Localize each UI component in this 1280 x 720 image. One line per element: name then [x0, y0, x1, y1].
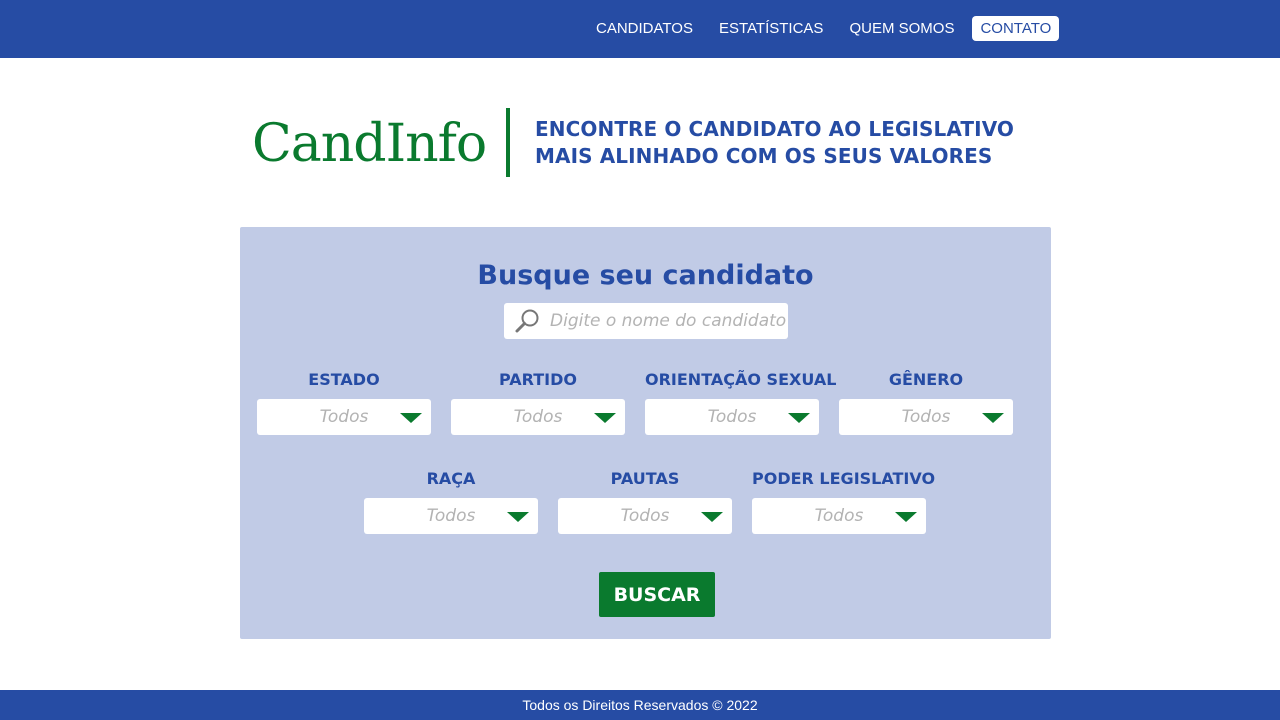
poder-legislativo-select[interactable]: Todos: [752, 498, 926, 534]
estado-select[interactable]: Todos: [257, 399, 431, 435]
footer-copyright: Todos os Direitos Reservados © 2022: [522, 697, 758, 713]
main-nav: CANDIDATOS ESTATÍSTICAS QUEM SOMOS CONTA…: [583, 16, 1060, 41]
search-panel: Busque seu candidato ESTADO Todos PARTID…: [240, 227, 1051, 639]
chevron-down-icon: [895, 512, 917, 522]
filter-label: ORIENTAÇÃO SEXUAL: [645, 370, 837, 389]
filter-genero: GÊNERO Todos: [839, 370, 1013, 435]
filter-orientacao-sexual: ORIENTAÇÃO SEXUAL Todos: [645, 370, 837, 435]
filter-label: RAÇA: [426, 469, 476, 488]
brand-logo[interactable]: CandInfo: [252, 112, 487, 176]
top-navbar: CANDIDATOS ESTATÍSTICAS QUEM SOMOS CONTA…: [0, 0, 1280, 58]
filter-label: ESTADO: [308, 370, 380, 389]
filter-label: GÊNERO: [888, 370, 964, 389]
filter-partido: PARTIDO Todos: [451, 370, 625, 435]
search-box[interactable]: [504, 303, 788, 339]
search-panel-title: Busque seu candidato: [477, 260, 814, 291]
chevron-down-icon: [400, 413, 422, 423]
filter-label: PARTIDO: [499, 370, 577, 389]
footer: Todos os Direitos Reservados © 2022: [0, 690, 1280, 720]
chevron-down-icon: [982, 413, 1004, 423]
buscar-button[interactable]: BUSCAR: [599, 572, 715, 617]
chevron-down-icon: [788, 413, 810, 423]
nav-estatisticas[interactable]: ESTATÍSTICAS: [706, 16, 836, 41]
orientacao-sexual-select[interactable]: Todos: [645, 399, 819, 435]
filter-label: PODER LEGISLATIVO: [752, 469, 936, 488]
filter-pautas: PAUTAS Todos: [558, 469, 732, 534]
search-input[interactable]: [550, 311, 788, 331]
partido-select[interactable]: Todos: [451, 399, 625, 435]
brand-tagline: ENCONTRE O CANDIDATO AO LEGISLATIVO MAIS…: [535, 116, 1014, 170]
filter-poder-legislativo: PODER LEGISLATIVO Todos: [752, 469, 936, 534]
filter-raca: RAÇA Todos: [364, 469, 538, 534]
brand-divider: [506, 108, 510, 177]
filter-label: PAUTAS: [610, 469, 680, 488]
tagline-line-2: MAIS ALINHADO COM OS SEUS VALORES: [535, 144, 993, 168]
filter-estado: ESTADO Todos: [257, 370, 431, 435]
search-icon: [514, 308, 540, 334]
nav-contato[interactable]: CONTATO: [972, 16, 1060, 41]
raca-select[interactable]: Todos: [364, 498, 538, 534]
nav-candidatos[interactable]: CANDIDATOS: [583, 16, 706, 41]
chevron-down-icon: [701, 512, 723, 522]
tagline-line-1: ENCONTRE O CANDIDATO AO LEGISLATIVO: [535, 117, 1015, 141]
genero-select[interactable]: Todos: [839, 399, 1013, 435]
chevron-down-icon: [594, 413, 616, 423]
chevron-down-icon: [507, 512, 529, 522]
pautas-select[interactable]: Todos: [558, 498, 732, 534]
nav-quem-somos[interactable]: QUEM SOMOS: [836, 16, 967, 41]
